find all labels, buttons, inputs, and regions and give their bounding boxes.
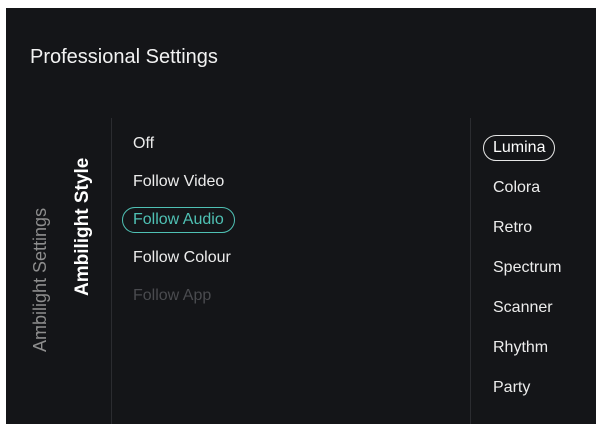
style-rhythm[interactable]: Rhythm	[493, 338, 548, 358]
style-retro[interactable]: Retro	[493, 218, 532, 238]
tv-settings-screen: Professional Settings Ambilight Settings…	[6, 8, 596, 424]
style-colora[interactable]: Colora	[493, 178, 540, 198]
more-dots-icon	[36, 320, 38, 334]
option-follow-audio[interactable]: Follow Audio	[122, 207, 235, 233]
submenu-divider	[470, 118, 471, 424]
option-follow-video[interactable]: Follow Video	[133, 172, 224, 192]
style-party[interactable]: Party	[493, 378, 530, 398]
option-off[interactable]: Off	[133, 134, 154, 154]
option-follow-colour[interactable]: Follow Colour	[133, 248, 231, 268]
breadcrumb-parent[interactable]: Ambilight Settings	[30, 208, 51, 352]
style-spectrum[interactable]: Spectrum	[493, 258, 561, 278]
menu-divider	[111, 118, 112, 424]
option-follow-app: Follow App	[133, 287, 212, 304]
style-lumina[interactable]: Lumina	[483, 135, 556, 161]
style-scanner[interactable]: Scanner	[493, 298, 553, 318]
breadcrumb-current: Ambilight Style	[72, 157, 93, 296]
page-title: Professional Settings	[30, 46, 218, 68]
